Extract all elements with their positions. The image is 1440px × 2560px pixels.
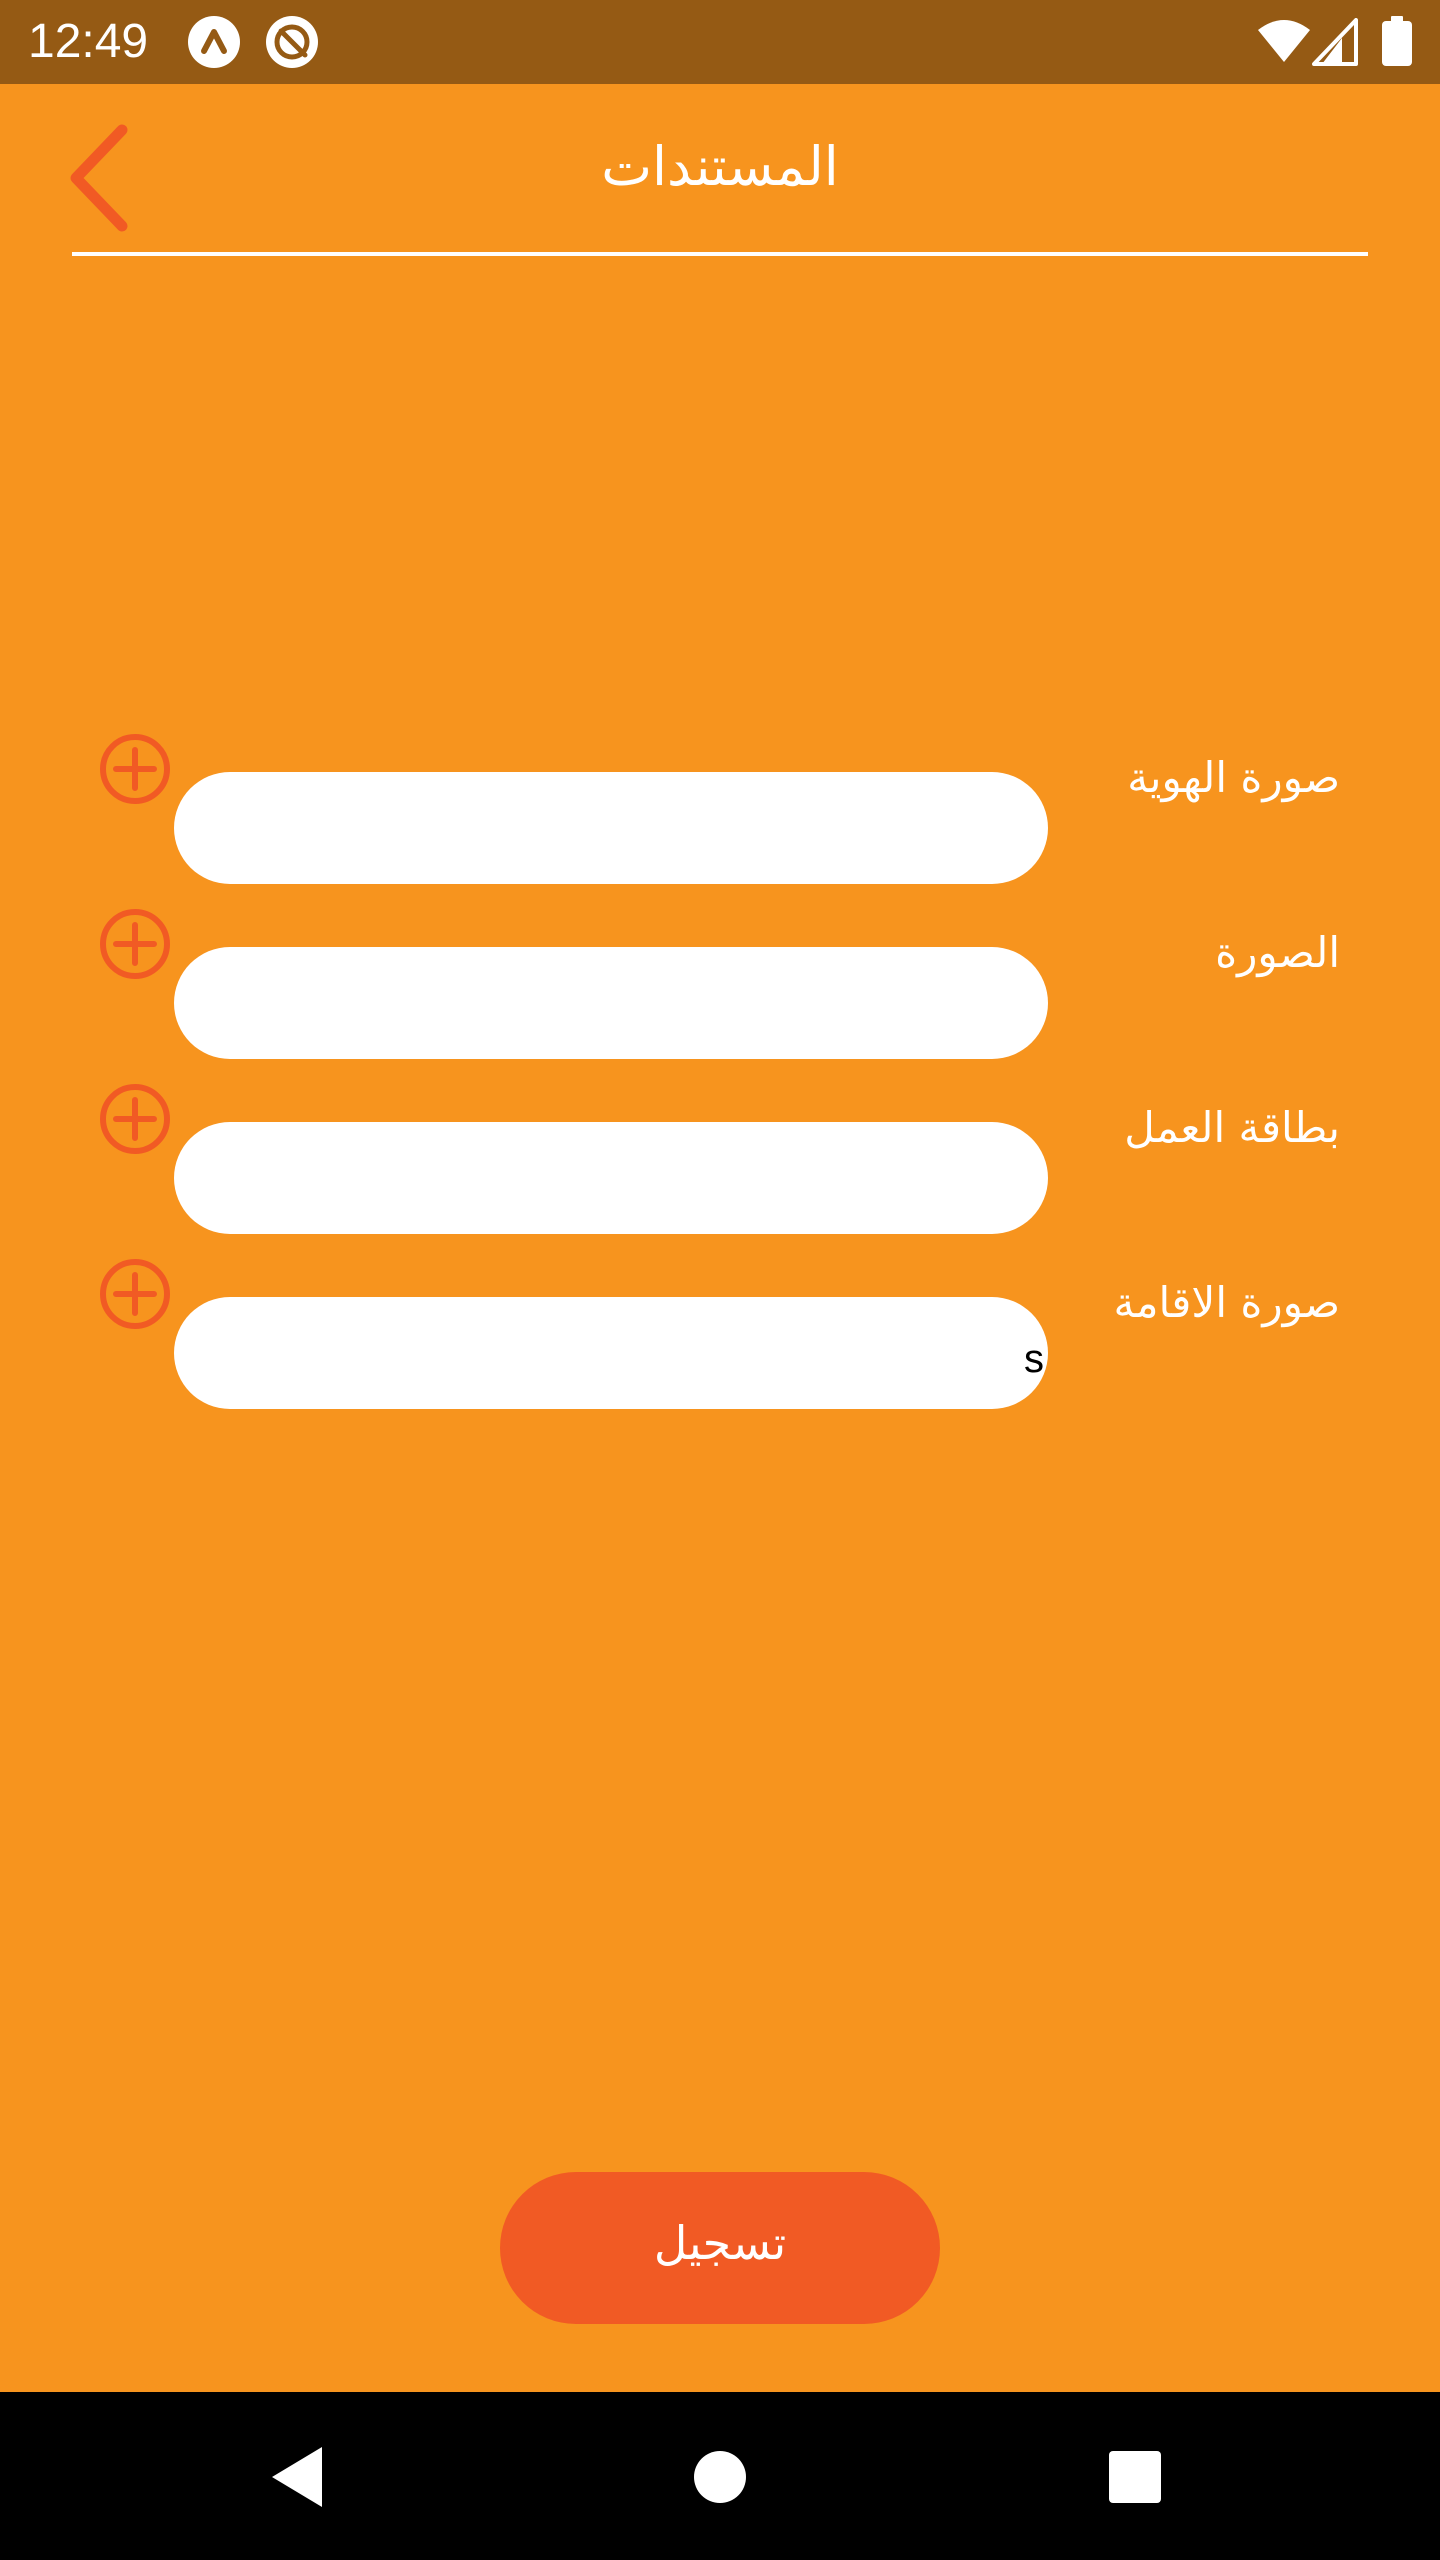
nav-recents-button[interactable] [1090,2432,1180,2522]
status-time: 12:49 [28,15,149,68]
photo-field[interactable] [174,947,1048,1059]
add-photo-button[interactable] [98,907,172,981]
id-photo-label: صورة الهوية [1127,753,1340,802]
add-circle-icon [100,909,170,979]
add-circle-icon [100,1259,170,1329]
work-card-field[interactable] [174,1122,1048,1234]
recents-square-icon [1109,2451,1161,2503]
add-residence-photo-button[interactable] [98,1257,172,1331]
navigation-bar [0,2392,1440,2560]
id-photo-field[interactable] [174,772,1048,884]
nav-home-button[interactable] [675,2432,765,2522]
nav-back-button[interactable] [254,2432,344,2522]
document-row-id-photo: صورة الهوية [0,734,1440,884]
home-circle-icon [694,2451,746,2503]
document-row-photo: الصورة [0,909,1440,1059]
sync-blocked-icon [266,16,318,68]
add-circle-icon [100,734,170,804]
documents-screen: المستندات صورة الهوية الصورة بطاقة العمل [0,84,1440,2392]
app-notification-icon [188,16,240,68]
chevron-left-icon [70,124,128,232]
header-divider [72,252,1368,256]
add-id-photo-button[interactable] [98,732,172,806]
status-bar: 12:49 [0,0,1440,84]
back-triangle-icon [272,2447,322,2507]
wifi-icon [1258,20,1310,62]
photo-label: الصورة [1215,928,1340,977]
battery-icon [1382,16,1412,66]
document-row-residence-photo: صورة الاقامة s [0,1259,1440,1409]
cell-signal-icon [1312,18,1358,66]
residence-photo-label: صورة الاقامة [1113,1278,1340,1327]
add-circle-icon [100,1084,170,1154]
back-button[interactable] [56,112,146,242]
register-button[interactable]: تسجيل [500,2172,940,2324]
residence-photo-field[interactable]: s [174,1297,1048,1409]
document-row-work-card: بطاقة العمل [0,1084,1440,1234]
page-title: المستندات [601,135,839,198]
add-work-card-button[interactable] [98,1082,172,1156]
residence-photo-value: s [1024,1336,1044,1381]
work-card-label: بطاقة العمل [1124,1103,1340,1152]
